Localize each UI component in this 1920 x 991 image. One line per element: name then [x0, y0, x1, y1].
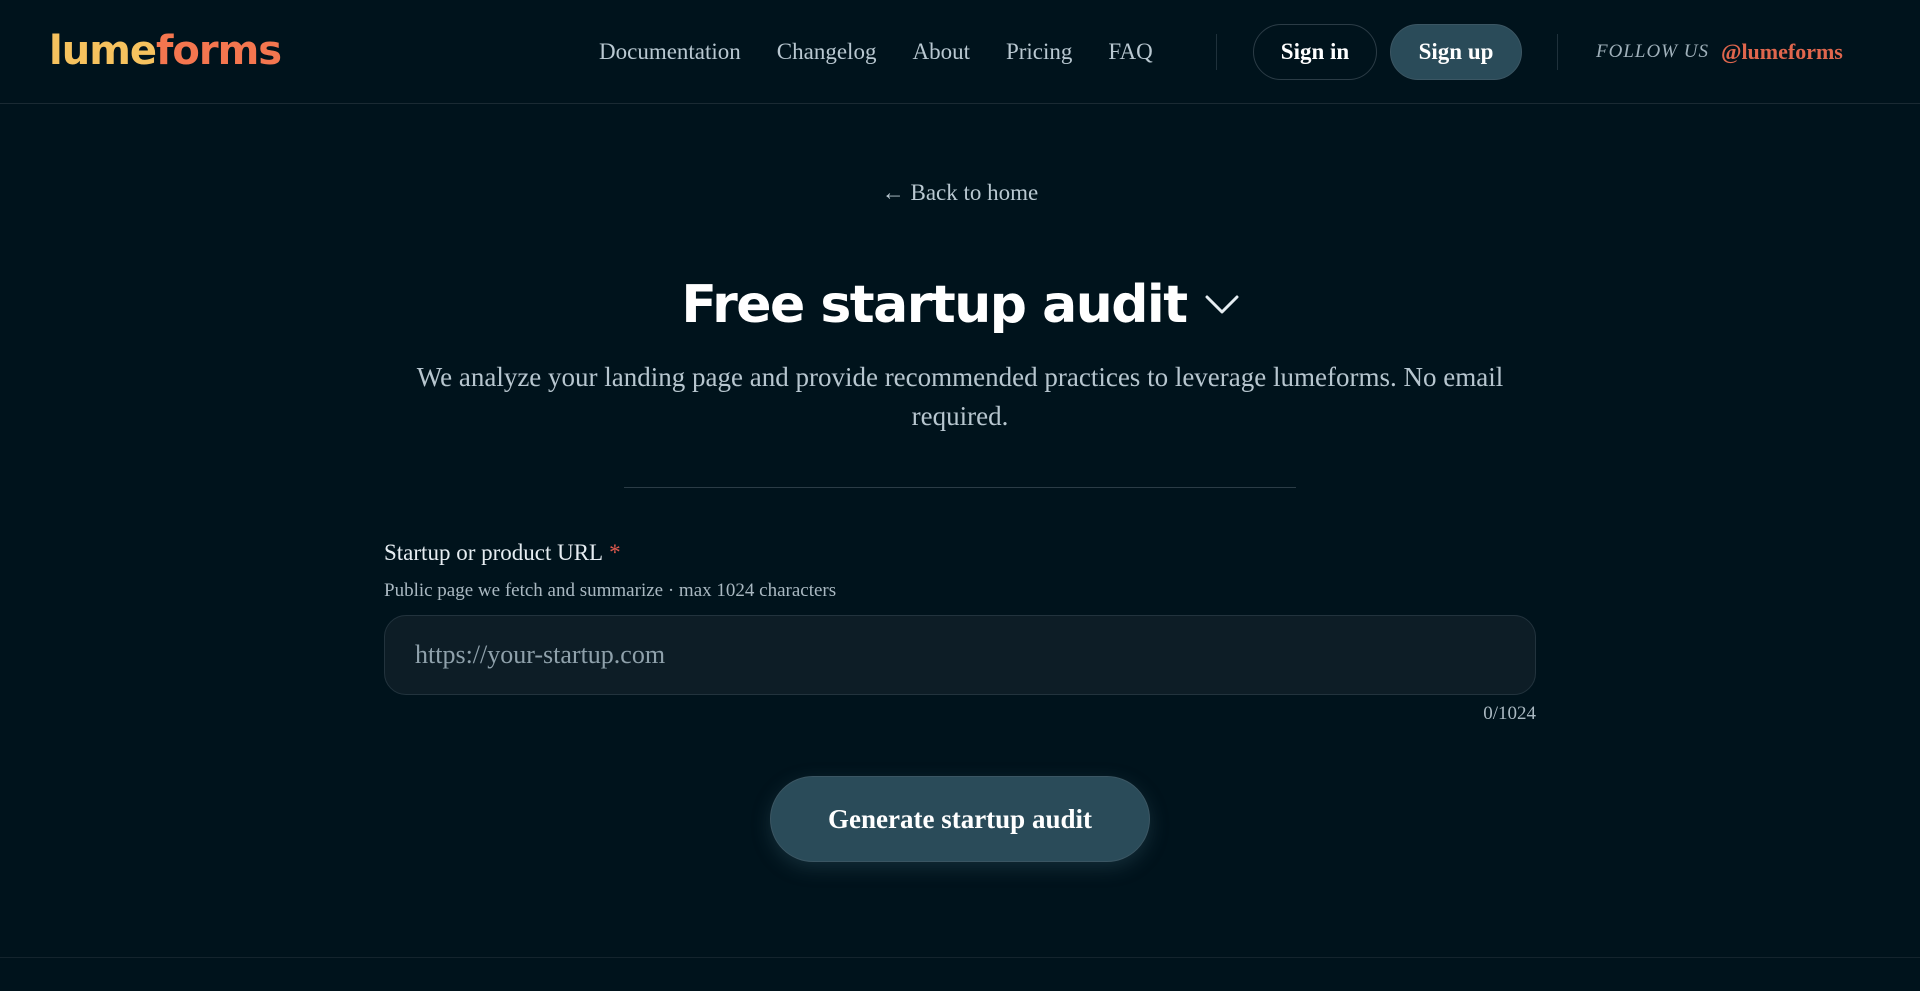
main-nav: Documentation Changelog About Pricing FA… — [599, 35, 1153, 69]
logo[interactable]: lumeforms — [49, 26, 282, 76]
follow-us-label: FOLLOW US — [1596, 41, 1709, 62]
sign-up-button[interactable]: Sign up — [1390, 24, 1522, 80]
nav-divider — [1216, 34, 1217, 70]
follow-us: FOLLOW US @lumeforms — [1596, 36, 1843, 68]
nav-about[interactable]: About — [912, 39, 970, 65]
social-handle-link[interactable]: @lumeforms — [1721, 39, 1843, 65]
sign-in-button[interactable]: Sign in — [1253, 24, 1377, 80]
follow-divider — [1557, 34, 1558, 70]
back-to-home-link[interactable]: ← Back to home — [0, 180, 1920, 206]
nav-pricing[interactable]: Pricing — [1006, 39, 1072, 65]
logo-part-lume: lume — [49, 28, 157, 74]
section-divider — [624, 487, 1296, 488]
required-marker: * — [609, 540, 621, 565]
generate-audit-button[interactable]: Generate startup audit — [770, 776, 1150, 862]
page-subtitle: We analyze your landing page and provide… — [416, 362, 1504, 431]
page-title: Free startup audit — [681, 275, 1188, 335]
site-header: lumeforms Documentation Changelog About … — [0, 0, 1920, 104]
logo-part-forms: forms — [156, 28, 282, 74]
url-field-label-text: Startup or product URL — [384, 540, 604, 565]
url-field-label: Startup or product URL * — [384, 540, 621, 566]
nav-faq[interactable]: FAQ — [1108, 39, 1152, 65]
character-counter: 0/1024 — [1483, 703, 1536, 724]
nav-documentation[interactable]: Documentation — [599, 39, 741, 65]
page-title-row: Free startup audit — [0, 270, 1920, 340]
chevron-down-icon[interactable] — [1205, 294, 1239, 316]
url-field-help: Public page we fetch and summarize · max… — [384, 580, 837, 601]
url-input[interactable] — [384, 615, 1536, 695]
footer-divider — [0, 957, 1920, 958]
nav-changelog[interactable]: Changelog — [777, 39, 877, 65]
